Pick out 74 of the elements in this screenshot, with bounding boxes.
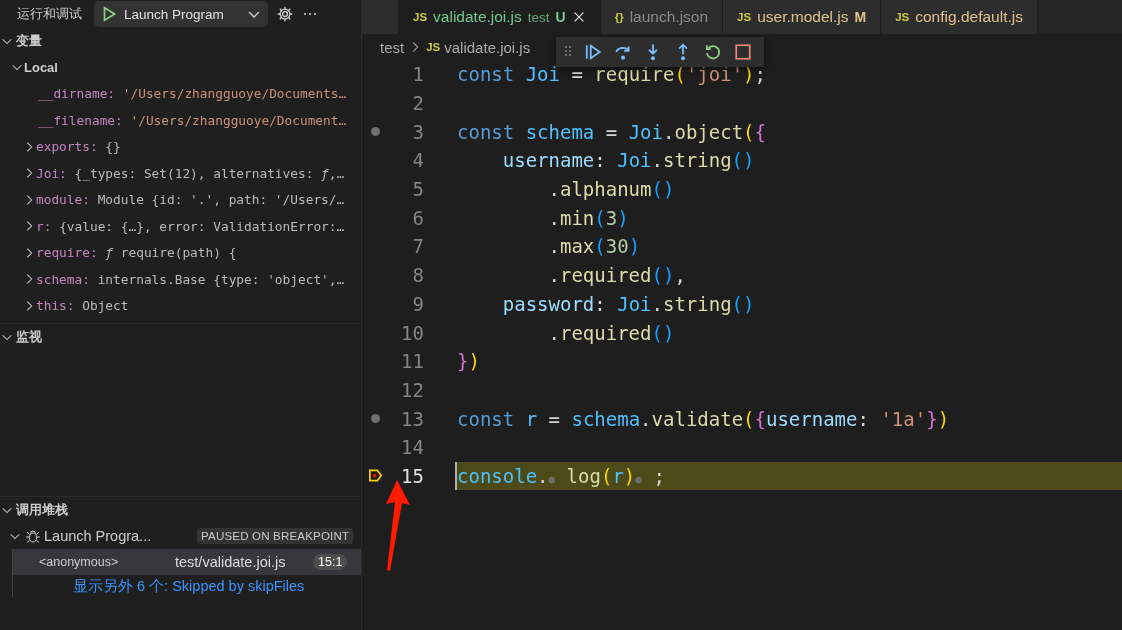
section-title[interactable]: 调用堆栈 [16,501,68,519]
variable-value: Object [82,298,129,314]
restart-icon[interactable] [704,43,722,61]
breakpoint-hint-icon[interactable] [370,414,380,424]
variable-value: {_types: Set(12), alternatives: ƒ,… [74,165,345,181]
stop-icon[interactable] [734,43,752,61]
editor-tab[interactable]: {} launch.json [600,0,724,34]
line-number: 2 [411,92,424,115]
variable-value: Module {id: '.', path: '/Users/… [97,192,345,208]
code-line: .max(30) [547,235,641,258]
code-line: .required(), [547,264,686,287]
variable-value: ƒ require(path) { [105,245,237,261]
line-number: 10 [400,321,424,344]
line-number: 1 [411,63,424,86]
stack-frame[interactable]: <anonymous> test/validate.joi.js 15:1 [12,549,361,575]
line-number: 9 [411,292,424,315]
variable-name: __filename: [38,112,123,128]
line-number: 15 [400,464,424,487]
breadcrumb-file[interactable]: validate.joi.js [444,38,531,56]
variable-value: {} [105,139,121,155]
section-title[interactable]: 变量 [16,32,42,50]
file-type-icon: JS [426,41,441,53]
code-line: console.● log(r)● ; [457,464,665,487]
status-badge: PAUSED ON BREAKPOINT [197,528,354,544]
frame-name: <anonymous> [39,555,120,569]
line-number: 4 [411,149,424,172]
code-line: password: Joi.string() [501,292,755,315]
line-number: 7 [411,235,424,258]
variable-value: {value: {…}, error: ValidationError:… [59,218,345,234]
bug-icon [25,528,41,544]
panel-title: 运行和调试 [17,5,82,23]
continue-icon[interactable] [584,43,602,61]
breadcrumb-folder[interactable]: test [380,38,405,56]
variable-name: require: [36,245,98,261]
variable-name: Joi: [36,165,67,181]
variable-name: __dirname: [38,86,116,102]
drag-handle-icon[interactable] [564,45,572,59]
code-line: .min(3) [547,206,629,229]
line-number: 13 [400,407,424,430]
line-number: 12 [400,378,424,401]
step-over-icon[interactable] [614,43,632,61]
variable-name: exports: [36,139,98,155]
scope-label[interactable]: Local [24,59,58,75]
editor-tab[interactable]: JS user.model.js M [723,0,882,34]
variable-value: '/Users/zhangguoye/Document… [130,112,347,128]
variable-name: module: [36,192,90,208]
variable-value: '/Users/zhangguoye/Documents… [122,86,347,102]
line-number: 8 [411,264,424,287]
line-number: 11 [400,350,424,373]
code-line: username: Joi.string() [501,149,755,172]
code-line: .required() [547,321,675,344]
line-number: 3 [411,120,424,143]
thread-name[interactable]: Launch Progra... [44,528,194,544]
launch-config-dropdown[interactable]: Launch Program [94,1,268,27]
settings-icon[interactable] [276,5,294,23]
breakpoint-hint-icon[interactable] [370,127,380,137]
code-line: .alphanum() [547,178,675,201]
variable-value: internals.Base {type: 'object',… [97,271,345,287]
editor-tab[interactable]: JS config.default.js [881,0,1038,34]
section-title[interactable]: 监视 [16,328,42,346]
line-number: 6 [411,206,424,229]
code-line: const r = schema.validate({username: '1a'}) [457,407,950,430]
paused-breakpoint-icon[interactable] [367,468,383,484]
editor-tab[interactable]: JS validate.joi.js test U [399,0,601,34]
line-number: 14 [400,436,424,459]
code-line: const schema = Joi.object({ [457,120,766,143]
code-line: }) [457,350,480,373]
frame-file: test/validate.joi.js [175,554,287,570]
variable-name: r: [36,218,52,234]
line-number: 5 [411,178,424,201]
variable-name: this: [36,298,75,314]
position-badge: 15:1 [313,554,348,570]
show-more-link[interactable]: 显示另外 6 个: Skipped by skipFiles [73,576,305,596]
variable-name: schema: [36,271,90,287]
